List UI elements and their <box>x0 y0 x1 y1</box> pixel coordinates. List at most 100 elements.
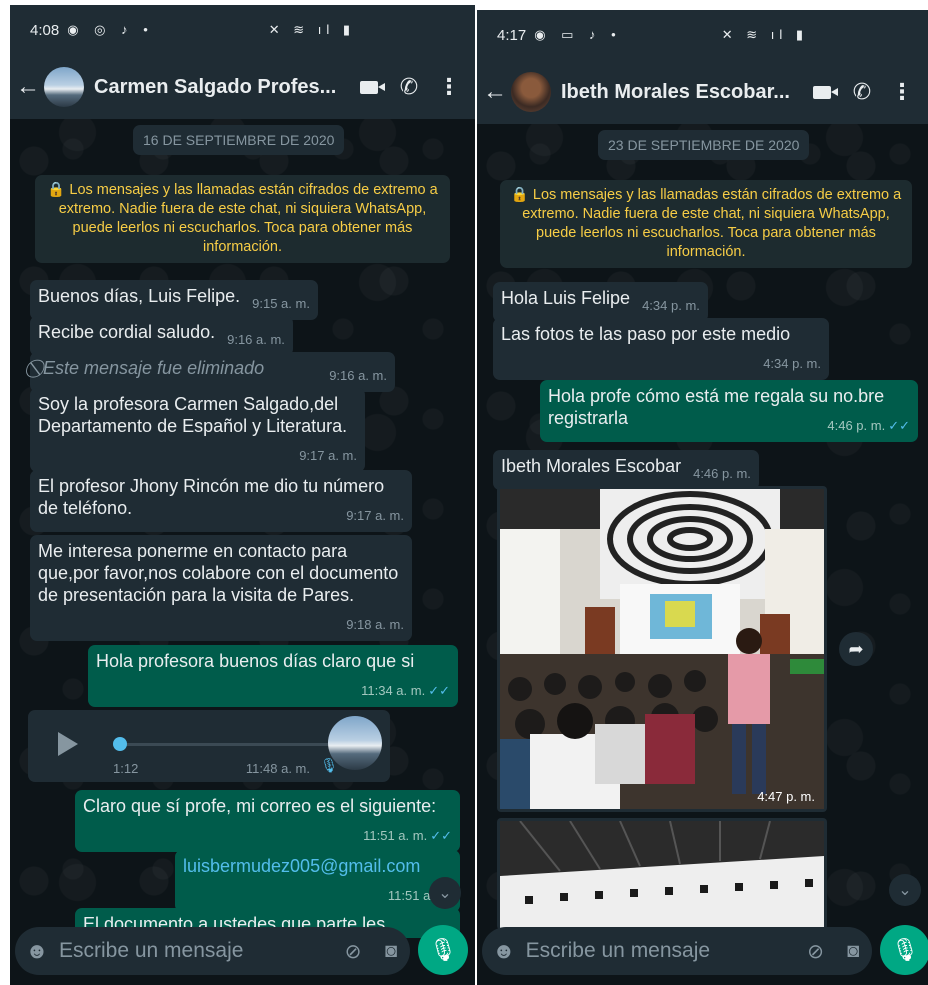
date-label: 16 DE SEPTIEMBRE DE 2020 <box>133 125 345 155</box>
message-time: 11:34 a. m. <box>361 683 426 698</box>
status-bar: 4:17 ◉ ▭ ♪ • ✕ ≋ ıl ▮ <box>477 10 928 60</box>
chat-screen-left: 4:08 ◉ ◎ ♪ • ✕ ≋ ıl ▮ ← Carmen Salgado P… <box>10 5 475 985</box>
voice-call-button[interactable]: ✆ <box>842 72 882 112</box>
back-arrow-icon[interactable]: ← <box>481 78 509 106</box>
notification-icons: ◉ ◎ ♪ • <box>67 22 154 37</box>
message-bubble-in[interactable]: El profesor Jhony Rincón me dio tu númer… <box>30 470 412 532</box>
attach-icon[interactable]: ⊘ <box>797 939 835 964</box>
scroll-down-icon[interactable]: ⌄ <box>429 877 461 909</box>
encryption-notice[interactable]: 🔒 Los mensajes y las llamadas están cifr… <box>35 175 450 263</box>
image-message[interactable]: 4:47 p. m. <box>497 486 827 812</box>
message-text: Hola profesora buenos días claro que si <box>96 651 415 671</box>
camera-icon[interactable]: ◙ <box>834 940 872 963</box>
audio-progress-track[interactable] <box>118 743 328 746</box>
double-check-icon: ✓✓ <box>430 828 452 843</box>
message-text: Claro que sí profe, mi correo es el sigu… <box>83 796 437 816</box>
chat-header: ← Ibeth Morales Escobar... ✆ ⋮ <box>477 60 928 124</box>
message-time: 9:17 a. m. <box>299 448 357 463</box>
message-time: 9:17 a. m. <box>346 508 404 523</box>
message-time: 4:46 p. m. <box>693 466 751 481</box>
message-status: 4:46 p. m. ✓✓ <box>827 415 910 437</box>
message-text: El profesor Jhony Rincón me dio tu númer… <box>38 476 385 518</box>
more-options-icon[interactable]: ⋮ <box>882 72 922 112</box>
message-time: 9:15 a. m. <box>252 296 310 311</box>
video-camera-icon <box>813 85 838 99</box>
message-input[interactable] <box>59 939 334 963</box>
message-bubble-in[interactable]: Recibe cordial saludo. 9:16 a. m. <box>30 316 293 356</box>
message-text: Hola Luis Felipe <box>501 288 631 308</box>
status-bar: 4:08 ◉ ◎ ♪ • ✕ ≋ ıl ▮ <box>10 5 475 55</box>
encryption-notice[interactable]: 🔒 Los mensajes y las llamadas están cifr… <box>500 180 912 268</box>
message-text: Soy la profesora Carmen Salgado,del Depa… <box>38 394 348 436</box>
camera-icon[interactable]: ◙ <box>372 940 410 963</box>
message-time: 4:34 p. m. <box>763 356 821 371</box>
message-bubble-in[interactable]: Soy la profesora Carmen Salgado,del Depa… <box>30 388 365 472</box>
emoji-icon[interactable]: ☻ <box>15 938 59 964</box>
date-label: 23 DE SEPTIEMBRE DE 2020 <box>598 130 810 160</box>
message-text: Recibe cordial saludo. <box>38 322 216 342</box>
voice-message-bubble[interactable]: 1:12 11:48 a. m. 🎙 <box>28 710 390 782</box>
voice-call-button[interactable]: ✆ <box>389 67 429 107</box>
message-time: 11:51 a. m. <box>363 828 428 843</box>
image-message[interactable] <box>497 818 827 930</box>
notification-icons: ◉ ▭ ♪ • <box>534 27 622 42</box>
message-time: 9:16 a. m. <box>227 332 285 347</box>
more-options-icon[interactable]: ⋮ <box>429 67 469 107</box>
message-composer: ☻ ⊘ ◙ <box>482 927 872 975</box>
message-time: 9:18 a. m. <box>346 617 404 632</box>
video-call-button[interactable] <box>802 72 842 112</box>
message-text: Me interesa ponerme en contacto para que… <box>38 541 399 605</box>
avatar[interactable] <box>511 72 551 112</box>
message-composer: ☻ ⊘ ◙ <box>15 927 410 975</box>
message-bubble-out[interactable]: Claro que sí profe, mi correo es el sigu… <box>75 790 460 852</box>
signal-battery-icons: ✕ ≋ ıl ▮ <box>721 27 808 42</box>
video-call-button[interactable] <box>349 67 389 107</box>
status-time: 4:17 <box>497 26 527 44</box>
message-time: 11:48 a. m. <box>245 761 310 776</box>
message-time: 4:34 p. m. <box>642 298 700 313</box>
audio-duration: 1:12 <box>113 761 139 776</box>
message-input[interactable] <box>525 939 797 963</box>
microphone-icon: 🎙 <box>320 757 338 773</box>
chat-screen-right: 4:17 ◉ ▭ ♪ • ✕ ≋ ıl ▮ ← Ibeth Morales Es… <box>477 10 928 985</box>
video-camera-icon <box>360 80 385 94</box>
scroll-down-icon[interactable]: ⌄ <box>889 874 921 906</box>
email-link[interactable]: luisbermudez005@gmail.com <box>183 856 420 876</box>
contact-name[interactable]: Carmen Salgado Profes... <box>94 76 349 99</box>
message-bubble-out[interactable]: luisbermudez005@gmail.com 11:51 a. m. <box>175 850 460 912</box>
message-status: 11:34 a. m. ✓✓ <box>361 680 450 702</box>
message-bubble-in[interactable]: Ibeth Morales Escobar 4:46 p. m. <box>493 450 759 490</box>
message-bubble-in[interactable]: Me interesa ponerme en contacto para que… <box>30 535 412 641</box>
message-text: Las fotos te las paso por este medio <box>501 324 791 344</box>
double-check-icon: ✓✓ <box>888 418 910 433</box>
status-time: 4:08 <box>30 21 60 39</box>
contact-name[interactable]: Ibeth Morales Escobar... <box>561 81 802 104</box>
chat-header: ← Carmen Salgado Profes... ✆ ⋮ <box>10 55 475 119</box>
event-photo <box>500 489 824 809</box>
event-photo <box>500 820 824 930</box>
message-bubble-out[interactable]: Hola profesora buenos días claro que si … <box>88 645 458 707</box>
attach-icon[interactable]: ⊘ <box>334 939 372 964</box>
deleted-message-bubble[interactable]: ⃠ Este mensaje fue eliminado 9:16 a. m. <box>30 352 395 392</box>
message-bubble-in[interactable]: Las fotos te las paso por este medio 4:3… <box>493 318 829 380</box>
voice-record-button[interactable]: 🎙 <box>418 925 468 975</box>
voice-record-button[interactable]: 🎙 <box>880 925 928 975</box>
forward-icon[interactable]: ➦ <box>839 632 873 666</box>
emoji-icon[interactable]: ☻ <box>482 938 526 964</box>
avatar[interactable] <box>44 67 84 107</box>
audio-scrub-handle[interactable] <box>113 737 127 751</box>
message-bubble-in[interactable]: Buenos días, Luis Felipe. 9:15 a. m. <box>30 280 318 320</box>
play-icon[interactable] <box>58 732 78 756</box>
deleted-message-text: ⃠ Este mensaje fue eliminado <box>38 358 265 378</box>
back-arrow-icon[interactable]: ← <box>14 73 42 101</box>
sender-name: Ibeth Morales Escobar <box>501 456 682 476</box>
message-bubble-out[interactable]: Hola profe cómo está me regala su no.bre… <box>540 380 918 442</box>
message-status: 11:51 a. m. ✓✓ <box>363 825 452 847</box>
double-check-icon: ✓✓ <box>428 683 450 698</box>
image-timestamp: 4:47 p. m. <box>757 789 815 804</box>
message-bubble-in[interactable]: Hola Luis Felipe 4:34 p. m. <box>493 282 708 322</box>
message-time: 9:16 a. m. <box>329 368 387 383</box>
message-text: Buenos días, Luis Felipe. <box>38 286 241 306</box>
signal-battery-icons: ✕ ≋ ıl ▮ <box>268 22 355 37</box>
message-time: 4:46 p. m. <box>827 418 886 433</box>
